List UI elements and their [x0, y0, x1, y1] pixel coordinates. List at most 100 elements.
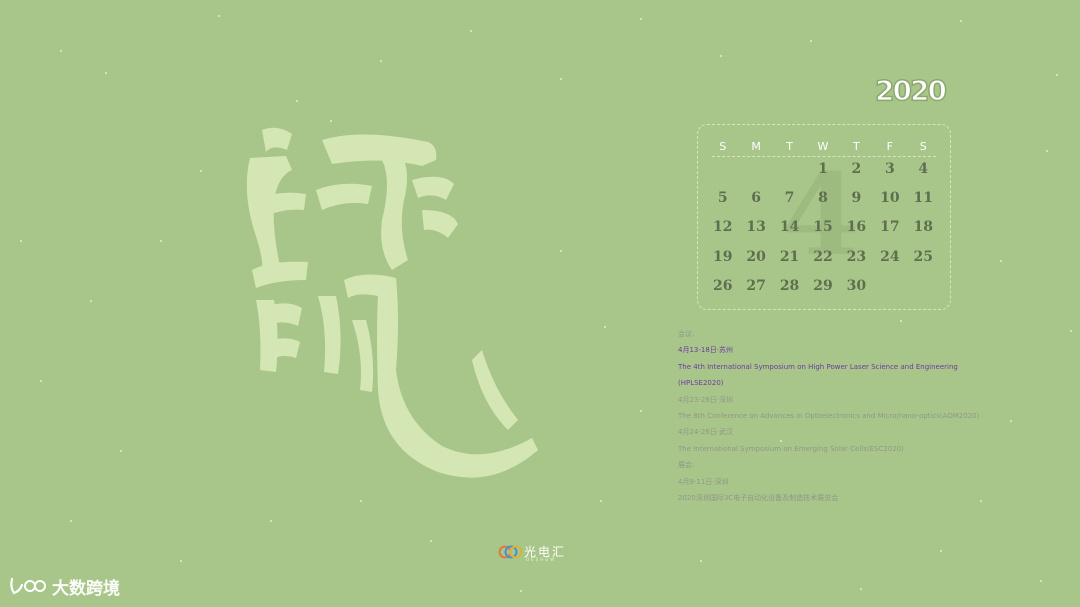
weekday-fri: F [886, 140, 893, 153]
speck [430, 540, 432, 542]
calendar-day: 25 [913, 248, 933, 265]
speck [560, 78, 562, 80]
calendar-week-row: 26 27 28 29 30 [706, 275, 940, 304]
watermark-text: 大数跨境 [52, 578, 120, 599]
calendar-day [907, 275, 940, 304]
weekday-wed: W [817, 140, 829, 153]
weekday-tue: T [786, 140, 793, 153]
calendar-weekday-header: S M T W T F S [706, 140, 940, 154]
calendar-day: 26 [712, 277, 733, 294]
calendar-day: 11 [913, 190, 933, 207]
event-line: The International Symposium on Emerging … [678, 444, 904, 453]
speck [640, 410, 642, 412]
calendar-day-grid: 1 2 3 4 5 6 7 8 9 10 11 12 13 14 15 16 1… [706, 158, 940, 304]
speck [1000, 260, 1002, 262]
calendar-header-divider [712, 156, 936, 157]
speck [1040, 580, 1042, 582]
speck [380, 60, 382, 62]
event-line: The 4th International Symposium on High … [678, 362, 958, 371]
watermark-logo-icon [10, 577, 46, 595]
calendar-day: 27 [746, 277, 766, 294]
speck [20, 240, 22, 242]
speck [860, 588, 862, 590]
logo-rings-icon [498, 545, 522, 559]
speck [604, 326, 606, 328]
event-line: 4月23-28日·深圳 [678, 395, 734, 404]
speck [218, 15, 220, 17]
calendar-week-row: 1 2 3 4 [706, 158, 940, 187]
calendar-day: 14 [779, 219, 800, 236]
speck [560, 250, 562, 252]
event-line: 4月13-18日·苏州 [678, 346, 734, 355]
calendar-year: 2020 [874, 73, 947, 108]
calendar-day: 1 [818, 161, 828, 177]
calendar-day: 30 [846, 277, 867, 294]
calendar-day: 16 [846, 219, 867, 236]
calendar-day: 24 [880, 248, 900, 265]
speck [810, 40, 812, 42]
speck [1056, 74, 1058, 76]
calendar-day: 5 [717, 190, 728, 207]
speck [120, 450, 122, 452]
calendar-week-row: 12 13 14 15 16 17 18 [706, 216, 940, 245]
calendar-day: 18 [913, 219, 933, 236]
calendar-day: 28 [779, 277, 800, 294]
event-line: 会议: [678, 330, 695, 338]
weekday-thu: T [853, 140, 860, 153]
calendar-day: 9 [851, 190, 862, 207]
speck [60, 50, 62, 52]
speck [296, 100, 298, 102]
brand-logo: 光电汇 OESHOW [498, 543, 588, 565]
event-list: 会议: 4月13-18日·苏州 The 4th International Sy… [678, 330, 980, 510]
calendar-week-row: 5 6 7 8 9 10 11 [706, 187, 940, 216]
calendar-day: 13 [746, 219, 766, 236]
speck [90, 300, 92, 302]
weekday-mon: M [751, 140, 761, 153]
event-line: 4月24-26日·武汉 [678, 428, 734, 437]
calendar-day [706, 158, 739, 187]
calendar-day: 4 [918, 161, 929, 177]
calendar-day: 19 [712, 248, 733, 265]
speck [1010, 420, 1012, 422]
speck [700, 560, 702, 562]
logo-name-en: OESHOW [526, 557, 557, 562]
calendar-day: 17 [880, 219, 900, 236]
event-line: 展会: [678, 461, 695, 470]
event-line: 2020深圳国际3C电子自动化设备及制造技术展览会 [678, 493, 839, 502]
speck [1070, 330, 1072, 332]
speck [270, 520, 272, 522]
speck [160, 240, 162, 242]
speck [470, 30, 472, 32]
speck [940, 550, 942, 552]
speck [360, 500, 362, 502]
weekday-sat: S [919, 140, 927, 153]
calligraphy-character [232, 120, 542, 480]
event-line: The 8th Conference on Advances in Optoel… [678, 411, 980, 420]
calendar-day: 23 [846, 248, 867, 265]
calendar-day: 2 [851, 161, 862, 177]
speck [520, 590, 522, 592]
speck [980, 500, 982, 502]
speck [180, 560, 182, 562]
calendar-day: 7 [784, 190, 795, 207]
speck [640, 18, 642, 20]
calendar-day: 22 [813, 248, 833, 265]
calendar-day: 21 [779, 248, 800, 265]
speck [105, 72, 107, 74]
event-line: 4月9-11日·深圳 [678, 477, 729, 486]
calendar-week-row: 19 20 21 22 23 24 25 [706, 246, 940, 275]
calendar-day: 8 [818, 190, 828, 207]
calendar-day [739, 158, 772, 187]
speck [200, 170, 202, 172]
calendar-day: 3 [884, 161, 895, 177]
speck [720, 55, 722, 57]
calendar-day [773, 158, 806, 187]
calendar-day: 20 [746, 248, 766, 265]
calendar-day: 15 [813, 219, 833, 236]
speck [40, 380, 42, 382]
speck [1046, 150, 1048, 152]
speck [600, 500, 602, 502]
weekday-sun: S [719, 140, 727, 153]
speck [960, 20, 962, 22]
calendar-day: 29 [813, 277, 833, 294]
